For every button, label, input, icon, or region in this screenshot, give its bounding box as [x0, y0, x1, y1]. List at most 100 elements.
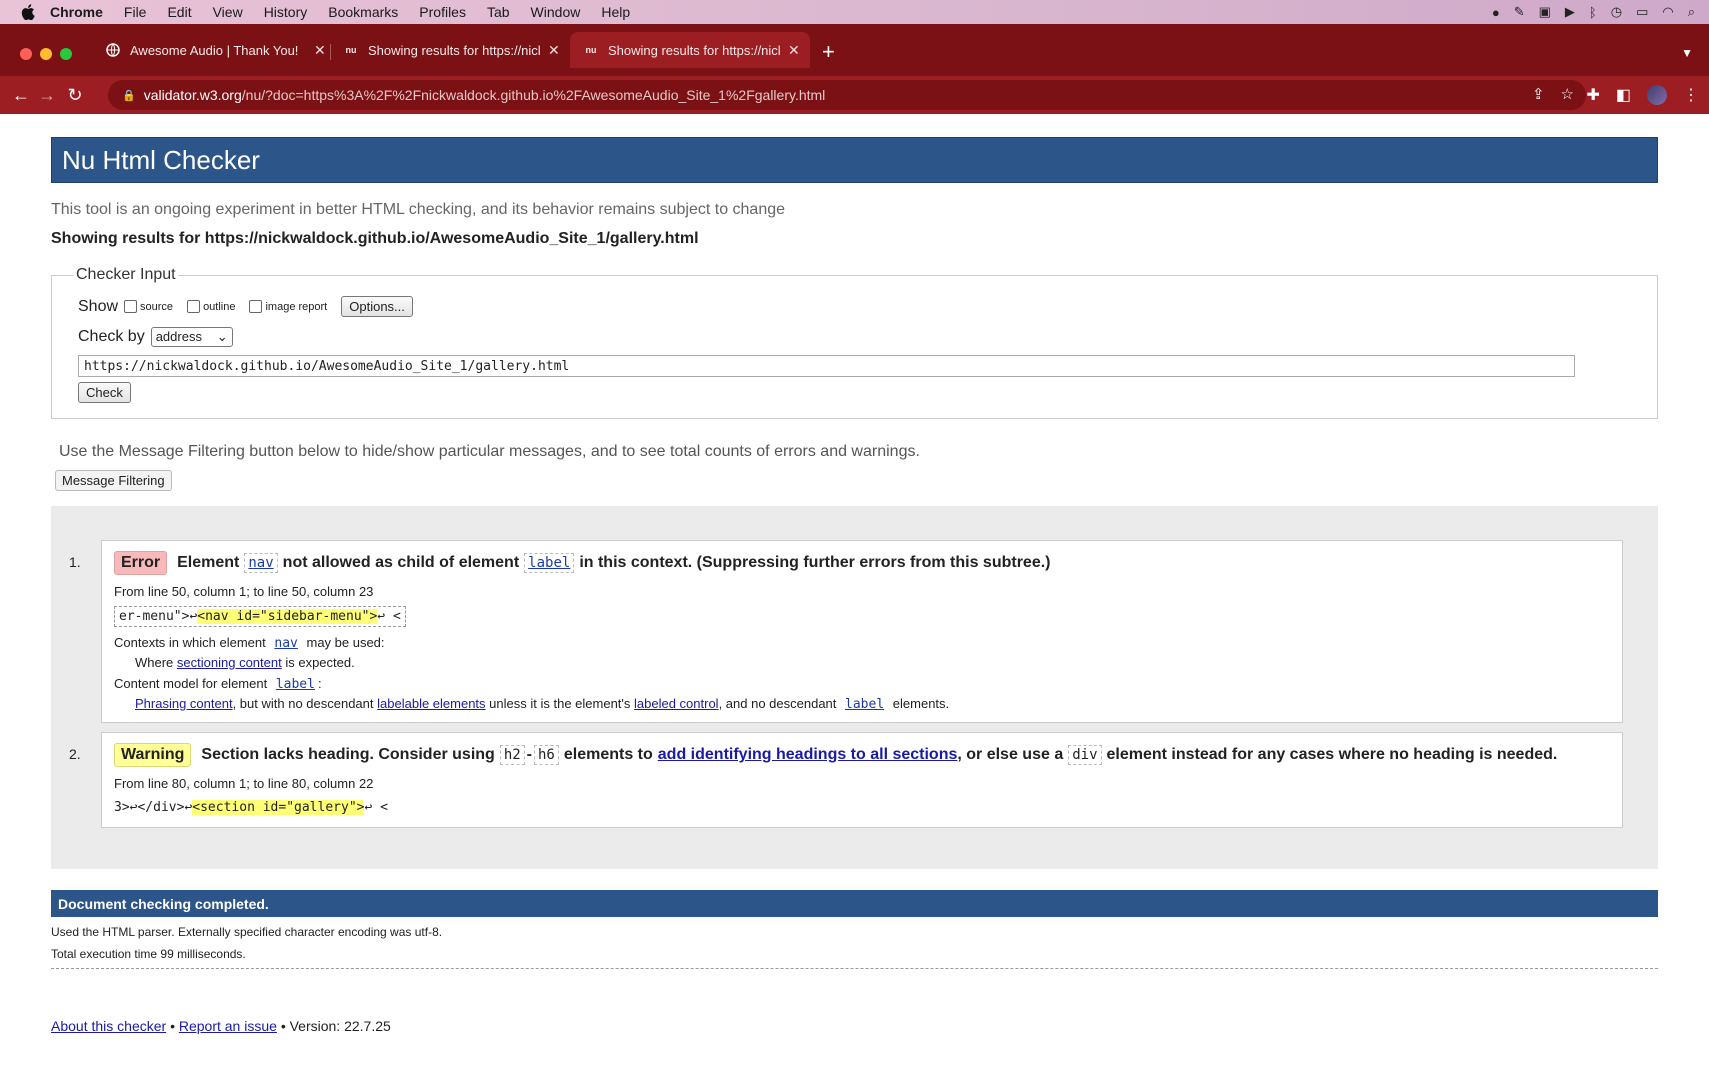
check-button[interactable]: Check [78, 382, 131, 403]
battery-icon[interactable]: ▭ [1636, 4, 1648, 20]
show-source-option[interactable]: source [124, 300, 173, 313]
div-code: div [1068, 745, 1102, 765]
side-panel-icon[interactable]: ◧ [1616, 85, 1631, 105]
page-content: Nu Html Checker This tool is an ongoing … [51, 137, 1658, 1034]
label-element-link[interactable]: label [524, 553, 575, 573]
message-text: in this context. (Suppressing further er… [579, 554, 1051, 571]
tab-validator-1[interactable]: nu Showing results for https://nick ✕ [330, 32, 560, 68]
sectioning-content-link[interactable]: sectioning content [177, 655, 282, 670]
apple-icon[interactable] [20, 4, 36, 20]
identifying-headings-link[interactable]: add identifying headings to all sections [658, 746, 958, 764]
menu-view[interactable]: View [213, 4, 243, 20]
close-tab-icon[interactable]: ✕ [548, 42, 560, 59]
pen-icon[interactable]: ✎ [1514, 4, 1525, 20]
show-image-report-option[interactable]: image report [249, 300, 327, 313]
menu-help[interactable]: Help [601, 4, 630, 20]
tab-awesome-audio[interactable]: Awesome Audio | Thank You! ✕ [92, 32, 326, 68]
lock-icon[interactable]: 🔒 [122, 89, 136, 102]
labeled-control-link[interactable]: labeled control [634, 696, 719, 711]
play-icon[interactable]: ▶ [1565, 4, 1575, 20]
message-text: - [526, 746, 532, 763]
message-title: Error Element nav not allowed as child o… [114, 551, 1610, 575]
chevron-down-icon: ⌄ [216, 329, 228, 344]
bluetooth-icon[interactable]: ᛒ [1589, 5, 1597, 20]
check-by-label: Check by [78, 328, 145, 345]
tab-title: Showing results for https://nick [608, 42, 780, 58]
extract-after: ↩ < [377, 609, 401, 624]
nu-icon: nu [585, 45, 597, 55]
list-item: 1. Error Element nav not allowed as chil… [69, 540, 1623, 723]
context-text: is expected. [285, 655, 355, 670]
new-tab-button[interactable]: + [822, 39, 835, 65]
source-extract: er-menu">↩<nav id="sidebar-menu">↩ < [114, 606, 406, 627]
check-by-select[interactable]: address ⌄ [150, 327, 233, 347]
menu-history[interactable]: History [264, 4, 308, 20]
search-icon[interactable]: ⌕ [1688, 4, 1695, 20]
divider [51, 968, 1658, 969]
minimize-window-button[interactable] [40, 48, 52, 60]
phrasing-content-link[interactable]: Phrasing content [135, 696, 233, 711]
nav-element-link[interactable]: nav [271, 635, 300, 652]
tab-validator-2[interactable]: nu Showing results for https://nick ✕ [570, 32, 810, 68]
forward-icon[interactable]: → [36, 85, 58, 106]
content-model-text: , but with no descendant [232, 696, 374, 711]
nav-element-link[interactable]: nav [244, 553, 278, 573]
display-icon[interactable]: ▣ [1539, 4, 1551, 20]
back-icon[interactable]: ← [10, 85, 32, 106]
label-element-link[interactable]: label [842, 696, 887, 713]
source-checkbox[interactable] [124, 300, 138, 313]
show-outline-option[interactable]: outline [187, 300, 235, 313]
about-checker-link[interactable]: About this checker [51, 1018, 166, 1034]
labelable-elements-link[interactable]: labelable elements [377, 696, 485, 711]
error-badge: Error [114, 551, 168, 575]
address-path: /nu/?doc=https%3A%2F%2Fnickwaldock.githu… [241, 87, 826, 103]
tab-title: Showing results for https://nick [368, 42, 540, 58]
clock-icon[interactable]: ◷ [1611, 4, 1622, 20]
nu-icon: nu [345, 45, 357, 55]
address-bar[interactable]: 🔒 validator.w3.org/nu/?doc=https%3A%2F%2… [108, 80, 1586, 110]
source-label: source [140, 300, 174, 313]
options-button[interactable]: Options... [341, 296, 413, 317]
contexts-section: Contexts in which element nav may be use… [114, 635, 1610, 670]
menu-profiles[interactable]: Profiles [419, 4, 466, 20]
share-icon[interactable]: ⇪ [1532, 85, 1545, 103]
message-text: not allowed as child of element [282, 554, 520, 571]
menu-tab[interactable]: Tab [487, 4, 510, 20]
menu-bookmarks[interactable]: Bookmarks [328, 4, 398, 20]
extensions-icon[interactable]: ✚ [1586, 85, 1599, 105]
reload-icon[interactable]: ↻ [64, 85, 86, 106]
menu-window[interactable]: Window [531, 4, 581, 20]
image-report-label: image report [265, 300, 328, 313]
chevron-down-icon[interactable]: ▼ [1681, 46, 1693, 60]
bookmark-star-icon[interactable]: ☆ [1561, 85, 1574, 103]
label-element-link[interactable]: label [273, 676, 318, 693]
menu-chrome[interactable]: Chrome [50, 4, 103, 20]
tab-title: Awesome Audio | Thank You! [130, 42, 299, 58]
message-title: Warning Section lacks heading. Consider … [114, 743, 1610, 767]
close-tab-icon[interactable]: ✕ [314, 42, 326, 59]
content-model-text: elements. [892, 696, 950, 711]
kebab-menu-icon[interactable]: ⋮ [1683, 85, 1699, 105]
image-report-checkbox[interactable] [249, 300, 263, 313]
footer: About this checker • Report an issue • V… [51, 1018, 1658, 1034]
document-url-input[interactable]: https://nickwaldock.github.io/AwesomeAud… [78, 355, 1575, 377]
footer-separator: • [170, 1018, 175, 1034]
report-issue-link[interactable]: Report an issue [179, 1018, 277, 1034]
menu-edit[interactable]: Edit [167, 4, 191, 20]
profile-avatar[interactable] [1647, 85, 1667, 105]
message-text: , or else use a [957, 746, 1064, 763]
message-filtering-button[interactable]: Message Filtering [55, 470, 172, 491]
app-badge-icon[interactable]: ● [1492, 5, 1500, 20]
close-window-button[interactable] [20, 48, 32, 60]
outline-checkbox[interactable] [187, 300, 201, 313]
show-label: Show [78, 297, 119, 315]
outline-label: outline [203, 300, 236, 313]
checker-input-legend: Checker Input [76, 266, 176, 283]
content-model-text: unless it is the element's [489, 696, 631, 711]
close-tab-icon[interactable]: ✕ [788, 42, 800, 59]
window-controls [20, 48, 72, 60]
menu-file[interactable]: File [124, 4, 147, 20]
address-host: validator.w3.org [143, 87, 242, 103]
wifi-icon[interactable]: ◠ [1662, 4, 1673, 20]
zoom-window-button[interactable] [60, 48, 72, 60]
